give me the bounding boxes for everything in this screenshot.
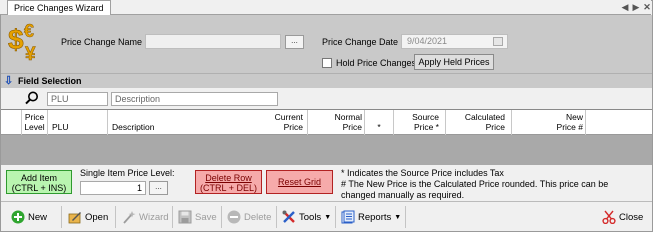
description-search-input[interactable]: Description (111, 92, 278, 106)
hold-price-changes-checkbox[interactable] (322, 58, 332, 68)
column-header-normal-price[interactable]: Normal Price (308, 110, 365, 135)
grid-row-selector-header (1, 110, 22, 135)
single-item-price-level-input[interactable]: 1 (80, 181, 146, 195)
column-header-source-price[interactable]: Source Price * (394, 110, 446, 135)
header-panel: $ € ¥ Price Change Name ... Price Change… (1, 15, 652, 73)
delete-button[interactable]: Delete (227, 209, 271, 225)
hold-price-changes-label: Hold Price Changes (336, 58, 417, 68)
toolbar-separator (405, 206, 406, 228)
open-label: Open (85, 211, 109, 223)
tools-button[interactable]: Tools ▼ (282, 209, 331, 225)
toolbar-separator (172, 206, 173, 228)
price-change-name-field[interactable] (145, 34, 281, 49)
field-selection-title: Field Selection (18, 76, 82, 86)
delete-row-button[interactable]: Delete Row (CTRL + DEL) (195, 170, 262, 194)
tab-price-changes-wizard[interactable]: Price Changes Wizard (7, 0, 111, 15)
add-item-button[interactable]: Add Item (CTRL + INS) (6, 170, 72, 194)
tab-strip: Price Changes Wizard ◀ ▶ ✕ (0, 0, 651, 15)
tools-label: Tools (299, 211, 322, 223)
reports-icon (341, 210, 355, 224)
tools-dropdown-icon: ▼ (324, 213, 332, 221)
plu-search-input[interactable]: PLU (47, 92, 108, 106)
dollar-euro-pound-icon: $ € ¥ (8, 21, 36, 63)
column-header-new-price[interactable]: New Price # (512, 110, 586, 135)
delete-row-label: Delete Row (205, 173, 252, 183)
svg-text:¥: ¥ (25, 44, 36, 63)
reports-label: Reports (358, 211, 392, 223)
reports-dropdown-icon: ▼ (394, 213, 402, 221)
new-label: New (28, 211, 48, 223)
tab-close-icon[interactable]: ✕ (642, 2, 652, 13)
field-selection-arrow-icon[interactable]: ⇩ (4, 74, 13, 88)
price-change-date-value: 9/04/2021 (407, 36, 448, 46)
close-button[interactable]: Close (602, 209, 643, 225)
toolbar-separator (115, 206, 116, 228)
price-grid[interactable]: Price Level PLU Description Current Price … (1, 109, 652, 165)
column-header-calculated-price[interactable]: Calculated Price (446, 110, 512, 135)
save-icon (178, 210, 192, 224)
column-header-tax-indicator[interactable]: * (365, 110, 394, 135)
tab-scroll-left-icon[interactable]: ◀ (620, 2, 630, 13)
reports-button[interactable]: Reports ▼ (341, 209, 401, 225)
column-header-current-price[interactable]: Current Price (233, 110, 308, 135)
tools-icon (282, 210, 295, 223)
open-button[interactable]: Open (68, 209, 108, 225)
calendar-icon[interactable] (493, 37, 503, 46)
note-new-price-rounded: # The New Price is the Calculated Price … (341, 179, 609, 189)
actions-area: Add Item (CTRL + INS) Single Item Price … (1, 165, 652, 201)
delete-icon (227, 210, 241, 224)
price-change-date-label: Price Change Date (322, 37, 399, 47)
toolbar-separator (61, 206, 62, 228)
price-change-date-field[interactable]: 9/04/2021 (401, 34, 508, 49)
tab-scroll-right-icon[interactable]: ▶ (631, 2, 641, 13)
column-header-price-level[interactable]: Price Level (22, 110, 48, 135)
price-change-name-browse-button[interactable]: ... (285, 35, 304, 49)
toolbar-separator (221, 206, 222, 228)
note-changed-manually: changed manually as required. (341, 190, 465, 200)
wizard-label: Wizard (139, 211, 169, 223)
toolbar-separator (335, 206, 336, 228)
bottom-toolbar: New Open Wizard Save Delete Tools ▼ Repo… (1, 201, 652, 231)
svg-text:€: € (24, 21, 34, 41)
field-selection-bar[interactable]: ⇩ Field Selection (1, 73, 652, 88)
new-icon (11, 210, 25, 224)
delete-row-shortcut: (CTRL + DEL) (200, 183, 257, 193)
wizard-button[interactable]: Wizard (122, 209, 169, 225)
close-label: Close (619, 211, 644, 223)
note-source-price-tax: * Indicates the Source Price includes Ta… (341, 168, 504, 178)
wizard-icon (123, 211, 136, 224)
save-button[interactable]: Save (178, 209, 217, 225)
grid-header: Price Level PLU Description Current Price … (1, 110, 652, 135)
svg-text:$: $ (8, 24, 24, 55)
field-selection-area: PLU Description (1, 88, 652, 109)
apply-held-prices-button[interactable]: Apply Held Prices (414, 54, 494, 70)
magnifier-icon (25, 91, 38, 105)
close-icon (602, 210, 616, 224)
open-icon (68, 212, 81, 224)
reset-grid-button[interactable]: Reset Grid (266, 170, 333, 194)
single-item-price-level-label: Single Item Price Level: (80, 168, 175, 178)
delete-label: Delete (244, 211, 272, 223)
price-change-name-label: Price Change Name (61, 37, 143, 47)
column-header-plu[interactable]: PLU (48, 110, 108, 135)
save-label: Save (195, 211, 217, 223)
add-item-label: Add Item (20, 173, 58, 183)
single-item-price-level-browse-button[interactable]: ... (149, 181, 168, 195)
new-button[interactable]: New (11, 209, 47, 225)
toolbar-separator (276, 206, 277, 228)
add-item-shortcut: (CTRL + INS) (11, 183, 67, 193)
